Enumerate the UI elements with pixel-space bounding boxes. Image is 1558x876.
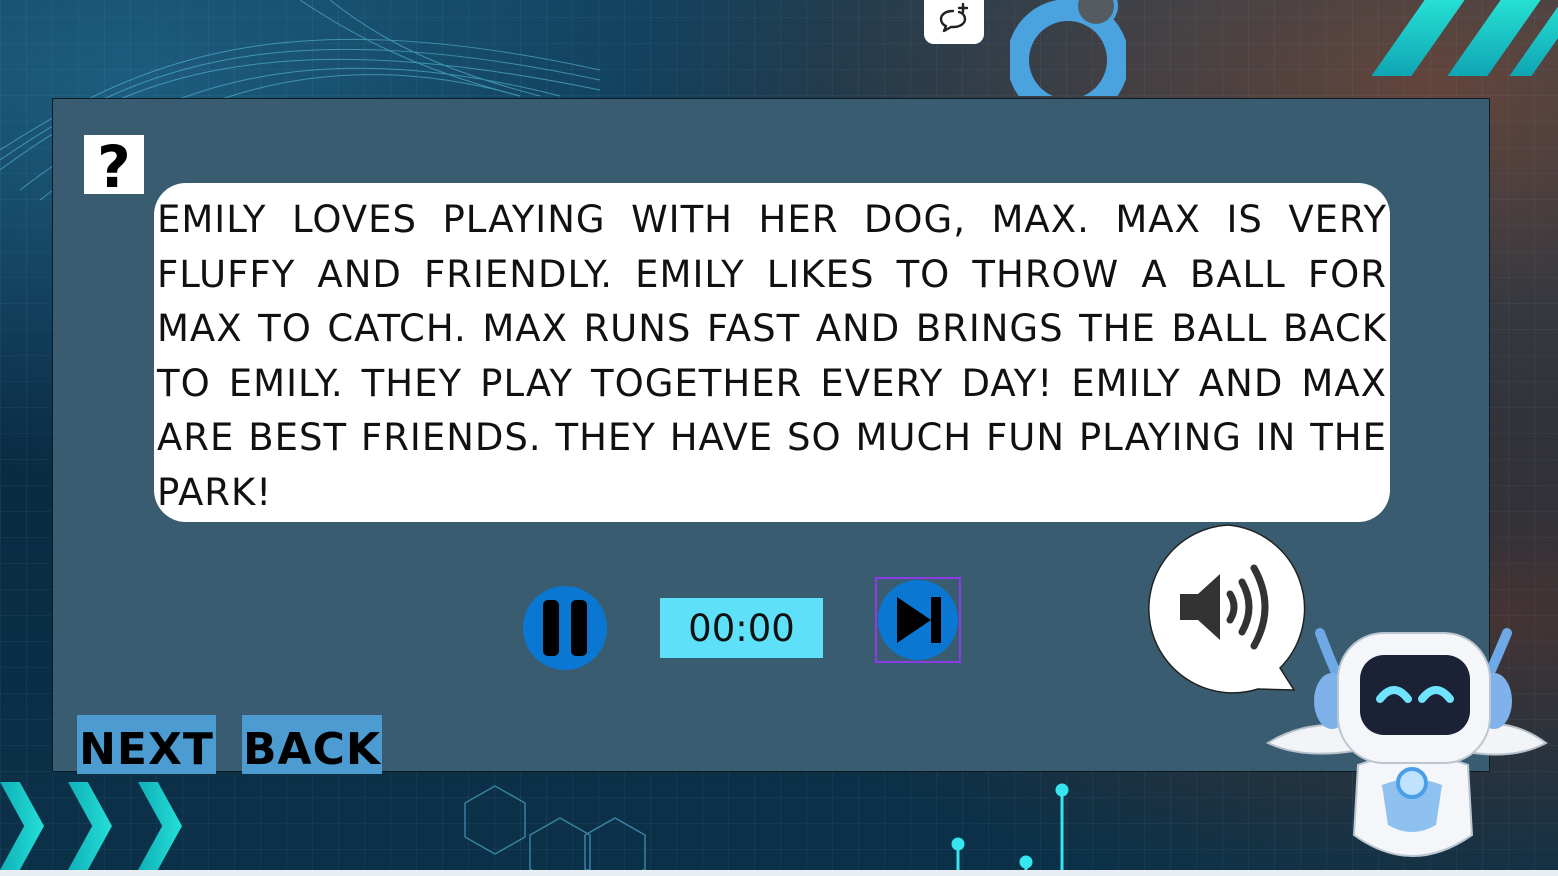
hexagon-decoration: [464, 785, 646, 876]
story-text: EMILY LOVES PLAYING WITH HER DOG, MAX. M…: [157, 198, 1387, 514]
next-button[interactable]: NEXT: [77, 715, 216, 775]
back-button[interactable]: BACK: [242, 715, 382, 775]
skip-next-button-circle: [878, 580, 958, 660]
robot-mascot-image: [1265, 628, 1548, 857]
pause-button[interactable]: [523, 586, 607, 670]
time-display: 00:00: [660, 598, 823, 658]
pause-icon: [543, 600, 587, 656]
comment-add-icon: [939, 3, 969, 33]
skip-next-icon: [897, 597, 941, 643]
bottom-strip: [0, 870, 1558, 876]
story-text-box: EMILY LOVES PLAYING WITH HER DOG, MAX. M…: [154, 183, 1390, 522]
ring-decoration: [1010, 0, 1126, 96]
circuit-trace-decoration: [951, 783, 1069, 876]
help-button[interactable]: ?: [84, 135, 144, 199]
add-comment-button[interactable]: [924, 0, 984, 44]
skip-next-button[interactable]: [875, 577, 961, 663]
